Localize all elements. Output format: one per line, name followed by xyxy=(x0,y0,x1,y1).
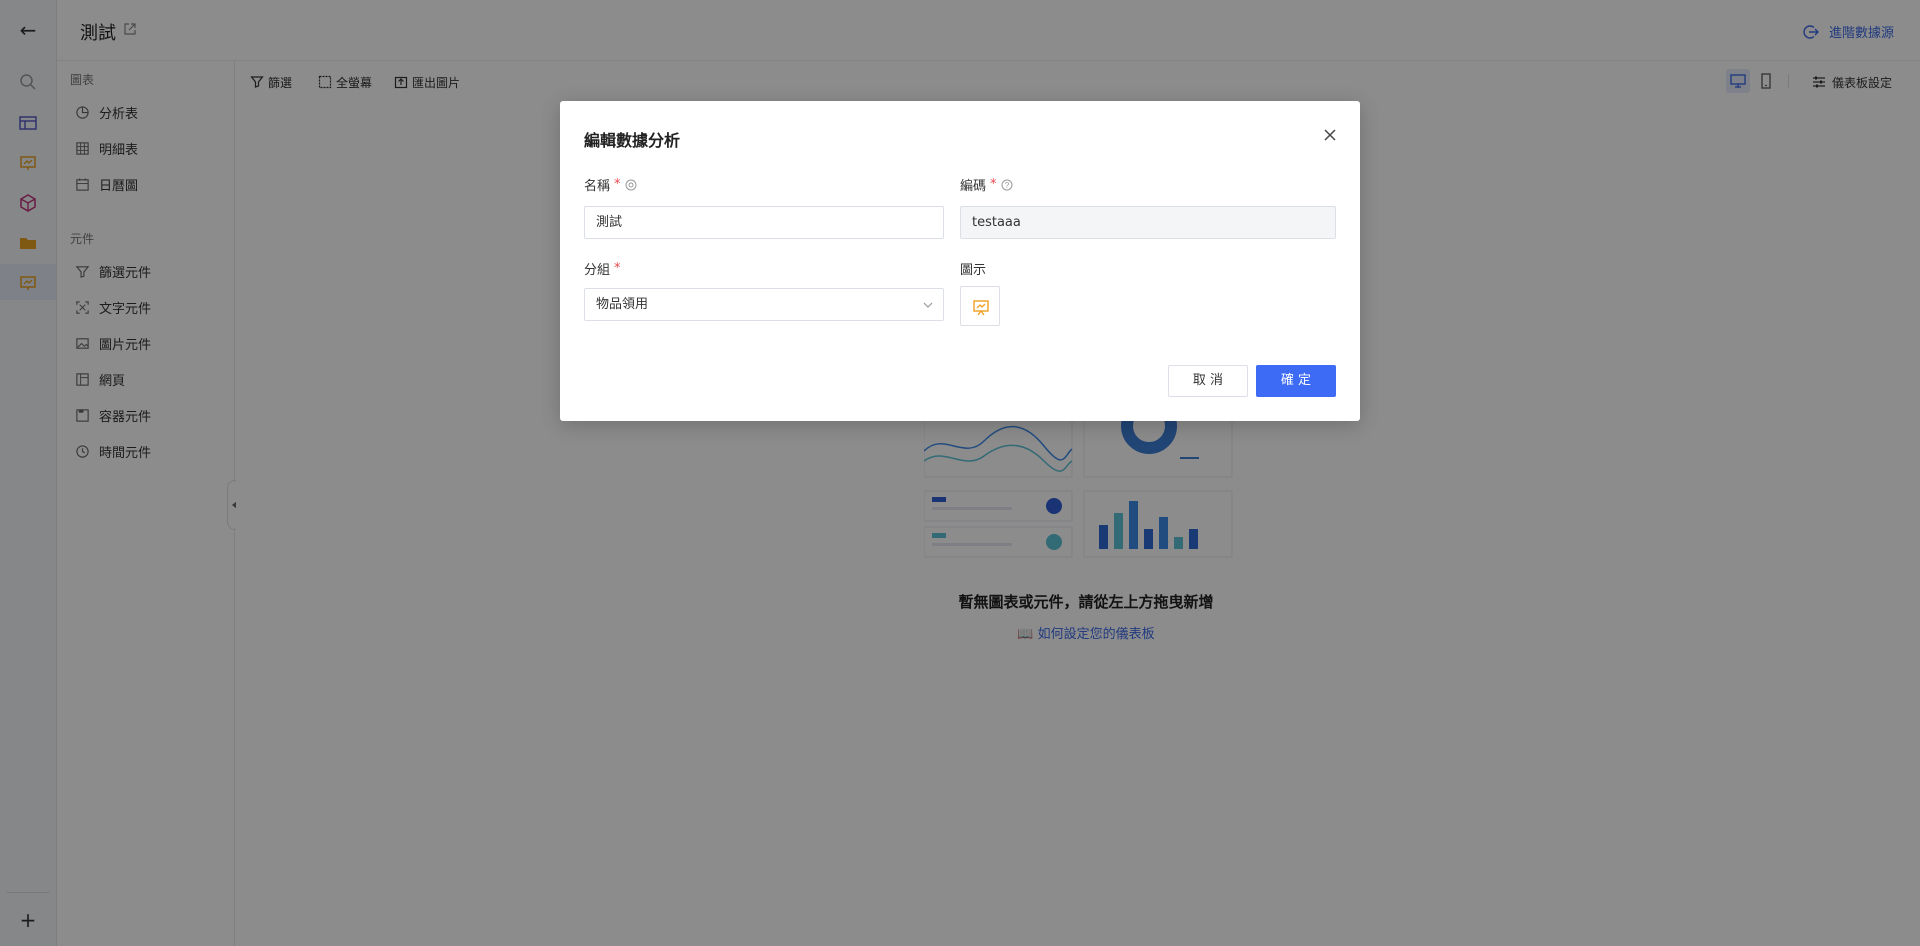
presentation-chart-icon xyxy=(973,300,989,316)
group-field-label: 分組 * xyxy=(584,259,621,278)
group-select-value: 物品領用 xyxy=(596,297,649,312)
name-field-label: 名稱 * xyxy=(584,175,637,194)
cancel-button[interactable]: 取 消 xyxy=(1168,365,1248,397)
chevron-down-icon xyxy=(923,302,933,308)
dialog-title: 編輯數據分析 xyxy=(584,131,681,150)
name-label-text: 名稱 xyxy=(584,179,611,194)
group-select[interactable]: 物品領用 xyxy=(584,288,944,321)
close-icon[interactable] xyxy=(1322,127,1338,143)
confirm-button[interactable]: 確 定 xyxy=(1256,365,1336,397)
name-input[interactable]: 測試 xyxy=(584,206,944,239)
edit-analysis-dialog: 編輯數據分析 名稱 * 測試 編碼 * ? testaaa 分組 * 物品領用 … xyxy=(560,101,1360,421)
required-asterisk: * xyxy=(614,261,621,276)
info-icon[interactable] xyxy=(625,179,637,191)
code-field-label: 編碼 * ? xyxy=(960,175,1013,194)
required-asterisk: * xyxy=(990,177,997,192)
icon-label-text: 圖示 xyxy=(960,263,987,278)
group-label-text: 分組 xyxy=(584,263,611,278)
code-label-text: 編碼 xyxy=(960,179,987,194)
icon-field-label: 圖示 xyxy=(960,259,986,278)
required-asterisk: * xyxy=(614,177,621,192)
icon-picker[interactable] xyxy=(960,286,1000,326)
svg-text:?: ? xyxy=(1004,181,1009,190)
code-input[interactable]: testaaa xyxy=(960,206,1336,239)
help-question-icon[interactable]: ? xyxy=(1001,179,1013,191)
